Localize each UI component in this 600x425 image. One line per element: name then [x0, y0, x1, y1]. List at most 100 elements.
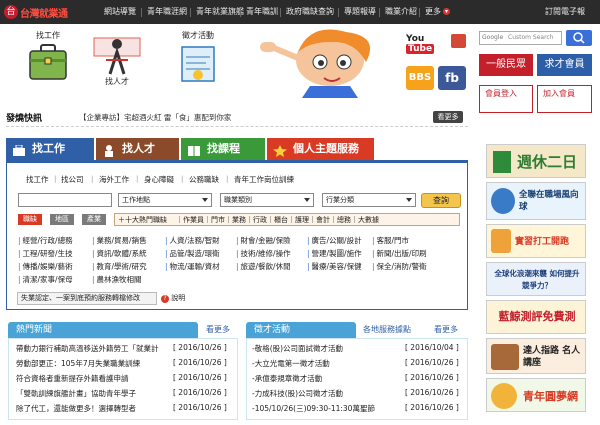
event-item-link[interactable]: -承億泰規章徵才活動 — [252, 373, 400, 384]
nav-item-youth-employment[interactable]: 青年就業旗艦 — [196, 0, 244, 24]
hot-job-item[interactable]: 會計 — [316, 216, 330, 224]
hot-news-more-link[interactable]: 看更多 — [206, 324, 230, 335]
ad-assessment-banner[interactable]: 藍鯨測評免費測 — [486, 300, 586, 334]
hot-job-item[interactable]: 作業員 — [183, 216, 204, 224]
job-category-link[interactable]: | 人資/法務/智財 — [165, 235, 220, 246]
ad-global-banner[interactable]: 全球化浪潮來襲 如何提升競爭力？ — [486, 262, 586, 296]
service-points-link[interactable]: 各地服務據點 — [363, 324, 411, 335]
news-item-link[interactable]: 勞動部更正：105年7月失業職業訓練 — [16, 358, 164, 369]
tab-find-course[interactable]: 找課程 — [181, 138, 265, 160]
google-plus-icon[interactable] — [451, 34, 466, 48]
facebook-button[interactable]: fb — [438, 66, 466, 90]
job-category-link[interactable]: | 廣告/公關/設計 — [307, 235, 362, 246]
general-public-button[interactable]: 一般民眾 — [479, 54, 533, 76]
help-link[interactable]: ? 說明 — [161, 293, 185, 303]
ad-weekend-text: 週休二日 — [517, 153, 578, 171]
job-category-link[interactable]: | 營建/製圖/施作 — [307, 248, 362, 259]
nav-item-job-intro[interactable]: 職業介紹 — [385, 0, 417, 24]
join-member-button[interactable]: 加入會員 — [537, 85, 592, 113]
job-category-link[interactable]: | 清潔/家事/保母 — [18, 274, 73, 285]
job-category-select[interactable]: 職業類別 — [220, 193, 314, 207]
job-category-label: 廣告/公關/設計 — [311, 236, 362, 245]
event-item-link[interactable]: -力成科技(股)公司徵才活動 — [252, 388, 400, 399]
news-flash-text[interactable]: 【企業專訪】宅超酒火紅 雷「食」惠配到你家 — [79, 112, 231, 123]
job-category-link[interactable]: | 財會/金融/保險 — [236, 235, 291, 246]
member-login-button[interactable]: 會員登入 — [479, 85, 533, 113]
job-category-link[interactable]: | 品管/製造/環衛 — [165, 248, 220, 259]
filter-pill-jobs[interactable]: 職缺 — [18, 214, 42, 225]
hot-jobs-label: ＋十大熱門職缺 — [118, 216, 167, 224]
nav-item-youth-training[interactable]: 青年職訓 — [246, 0, 278, 24]
job-category-link[interactable]: | 新聞/出版/印刷 — [372, 248, 427, 259]
job-category-link[interactable]: | 傳播/娛樂/藝術 — [18, 261, 73, 272]
find-talent-shortcut[interactable]: 找人才 — [92, 34, 142, 92]
job-category-link[interactable]: | 資訊/軟體/系統 — [92, 248, 147, 259]
bbs-button[interactable]: BBS — [406, 66, 434, 90]
nav-item-ebook[interactable]: 訂閱電子報 — [545, 0, 585, 24]
job-category-label: 傳播/娛樂/藝術 — [22, 262, 73, 271]
event-item-link[interactable]: -敬格(股)公司面試徵才活動 — [252, 343, 400, 354]
ad-talks-banner[interactable]: 達人指路 名人講座 — [486, 338, 586, 374]
job-category-link[interactable]: | 保全/消防/警衛 — [372, 261, 427, 272]
talent-event-shortcut[interactable]: 徵才活動 — [176, 30, 220, 90]
job-category-link[interactable]: | 物流/運輸/資材 — [165, 261, 220, 272]
hot-job-item[interactable]: 大數據 — [358, 216, 379, 224]
ad-weekend-banner[interactable]: 週休二日 — [486, 144, 586, 178]
sublink-separator: | — [181, 175, 184, 183]
find-job-shortcut[interactable]: 找工作 — [26, 30, 70, 84]
employer-member-button[interactable]: 求才會員 — [537, 54, 592, 76]
hot-job-item[interactable]: 總務 — [337, 216, 351, 224]
tab-find-talent[interactable]: 找人才 — [96, 138, 179, 160]
job-category-link[interactable]: | 客服/門市 — [372, 235, 409, 246]
keyword-input[interactable] — [18, 193, 112, 207]
query-button[interactable]: 查詢 — [421, 193, 461, 208]
news-item-link[interactable]: 符合資格者重新提存外籍看護申請 — [16, 373, 164, 384]
job-category-link[interactable]: | 農林漁牧相關 — [92, 274, 142, 285]
nav-item-features[interactable]: 專題報導 — [344, 0, 376, 24]
sublink-find-job[interactable]: 找工作 — [26, 174, 49, 185]
filter-pill-industry[interactable]: 產業 — [82, 214, 106, 225]
nav-item-sitemap[interactable]: 網站導覽 — [104, 0, 136, 24]
sublink-find-company[interactable]: 找公司 — [61, 174, 84, 185]
news-item-link[interactable]: 「雙軌訓練旗艦計畫」協助青年學子 — [16, 388, 164, 399]
hot-job-item[interactable]: 護理 — [295, 216, 309, 224]
job-category-link[interactable]: | 教育/學術/研究 — [92, 261, 147, 272]
job-category-link[interactable]: | 工程/研發/生技 — [18, 248, 73, 259]
industry-select[interactable]: 行業分類 — [322, 193, 416, 207]
unemployment-notice[interactable]: 失業認定、一案到底預約服務轉檔修改 — [17, 292, 157, 305]
job-category-link[interactable]: | 業務/貿易/銷售 — [92, 235, 147, 246]
job-category-link[interactable]: | 旅遊/餐飲/休閒 — [236, 261, 291, 272]
google-search-button[interactable] — [566, 30, 592, 46]
ad-workplace-banner[interactable]: 全聯在職場風向球 — [486, 182, 586, 220]
news-item-link[interactable]: 帶動力銀行補助高溫移送外籍勞工「就業計 — [16, 343, 164, 354]
ad-youth-dream-banner[interactable]: 青年圓夢網 — [486, 378, 586, 412]
job-category-link[interactable]: | 經營/行政/總務 — [18, 235, 73, 246]
event-item-link[interactable]: -大立光電第一徵才活動 — [252, 358, 400, 369]
sublink-disability[interactable]: 身心障礙 — [144, 174, 174, 185]
job-category-link[interactable]: | 技術/維修/操作 — [236, 248, 291, 259]
google-search-input[interactable]: Google Custom Search — [479, 31, 562, 45]
event-item-link[interactable]: -105/10/26(三)09:30-11:30萬聖節 — [252, 403, 400, 414]
hot-job-item[interactable]: 業務 — [232, 216, 246, 224]
tab-find-job[interactable]: 找工作 — [6, 138, 94, 160]
hot-job-item[interactable]: 門市 — [211, 216, 225, 224]
hot-job-item[interactable]: 行政 — [253, 216, 267, 224]
sublink-overseas[interactable]: 海外工作 — [99, 174, 129, 185]
news-item-link[interactable]: 除了代工，還能做更多！選擇轉型者 — [16, 403, 164, 414]
tab-personal-service[interactable]: 個人主題服務 — [267, 138, 374, 160]
nav-item-more[interactable]: 更多 ▾ — [425, 0, 450, 24]
sublink-civil-service[interactable]: 公務職缺 — [189, 174, 219, 185]
site-logo[interactable]: 台 台灣就業通 — [4, 3, 86, 21]
job-category-link[interactable]: | 醫療/美容/保健 — [307, 261, 362, 272]
filter-pill-region[interactable]: 地區 — [50, 214, 74, 225]
events-more-link[interactable]: 看更多 — [434, 324, 458, 335]
youtube-link[interactable]: YouTube — [406, 34, 448, 54]
sublink-youth-training[interactable]: 青年工作崗位訓練 — [234, 174, 294, 185]
hot-job-item[interactable]: 櫃台 — [274, 216, 288, 224]
nav-item-gov-jobs[interactable]: 政府職缺查詢 — [286, 0, 334, 24]
ad-internship-banner[interactable]: 實習打工開跑 — [486, 224, 586, 258]
nav-item-youth-career[interactable]: 青年職涯網 — [147, 0, 187, 24]
news-flash-more-button[interactable]: 看更多 — [433, 111, 463, 123]
help-icon: ? — [161, 295, 169, 303]
work-location-select[interactable]: 工作地點 — [118, 193, 212, 207]
